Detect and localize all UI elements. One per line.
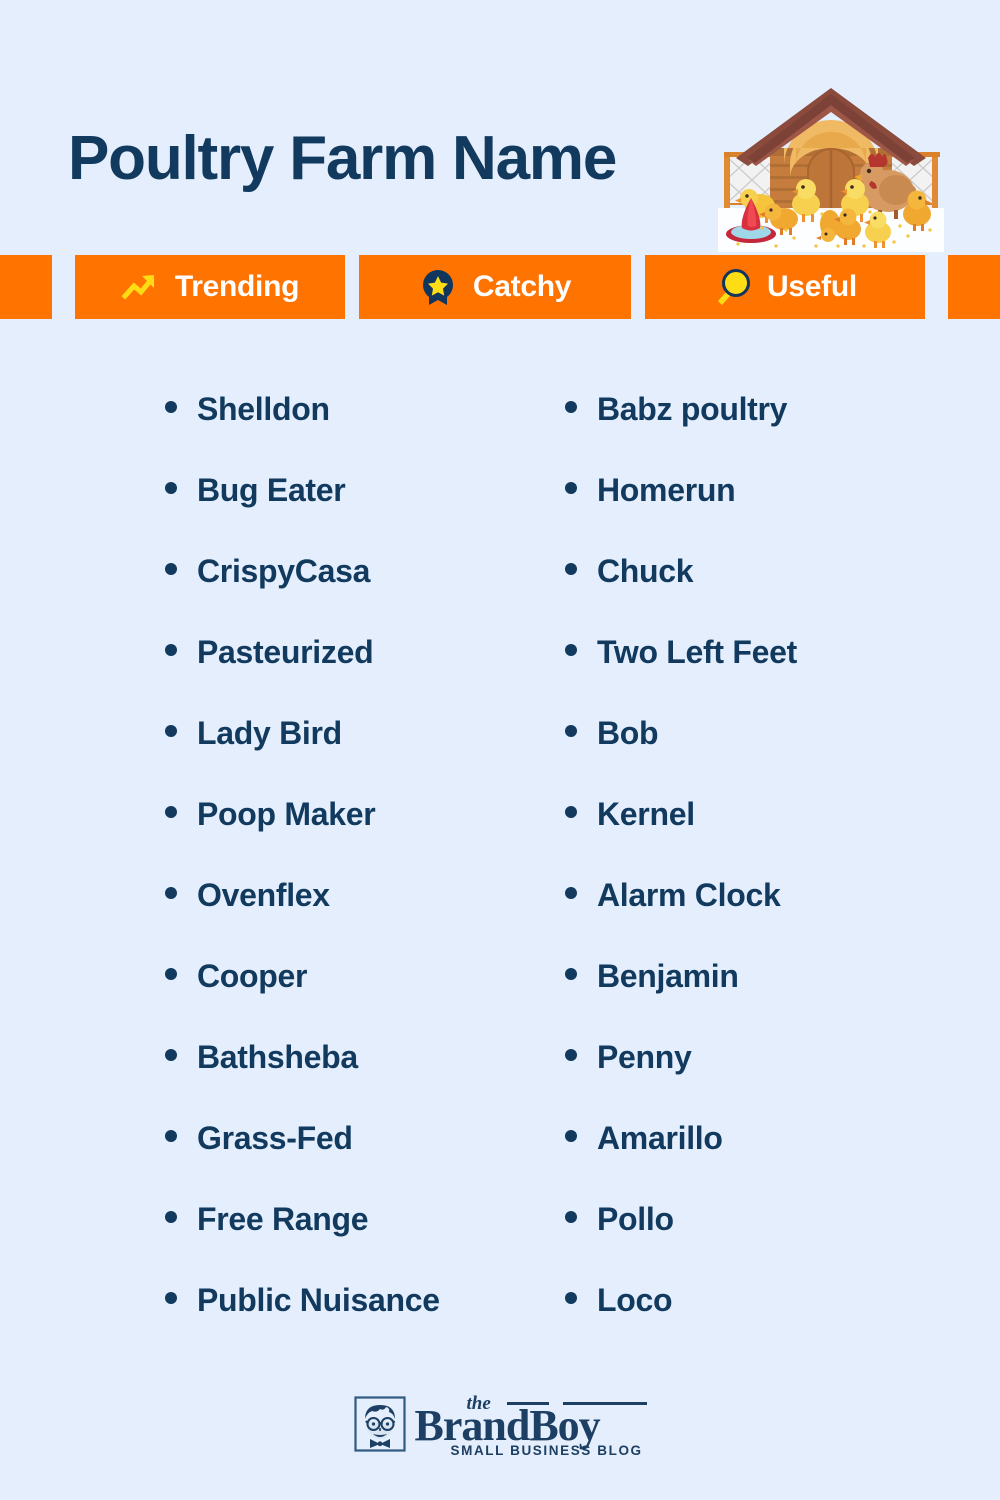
list-item-label: Bathsheba xyxy=(197,1039,358,1075)
list-item[interactable]: Loco xyxy=(565,1284,955,1365)
list-item-label: Benjamin xyxy=(597,958,739,994)
badge-trending-label: Trending xyxy=(174,270,300,303)
list-item-label: Penny xyxy=(597,1039,692,1075)
badge-useful-label: Useful xyxy=(767,270,857,303)
bullet-icon xyxy=(565,806,577,818)
list-item[interactable]: Ovenflex xyxy=(165,879,555,960)
magnifier-icon xyxy=(718,269,751,305)
badge-bar: Trending Catchy Useful xyxy=(0,255,1000,319)
brandboy-logo[interactable]: the BrandBoy SMALL BUSINESS BLOG xyxy=(353,1394,647,1458)
list-item[interactable]: Bathsheba xyxy=(165,1041,555,1122)
list-item-label: Two Left Feet xyxy=(597,634,797,670)
list-item[interactable]: Bug Eater xyxy=(165,474,555,555)
list-item-label: Chuck xyxy=(597,553,694,589)
bar-segment-left xyxy=(0,255,52,319)
name-list-left-column: Shelldon Bug Eater CrispyCasa Pasteurize… xyxy=(165,393,555,1365)
logo-brandboy-text: BrandBoy xyxy=(414,1401,601,1450)
bullet-icon xyxy=(565,968,577,980)
list-item[interactable]: Two Left Feet xyxy=(565,636,955,717)
bullet-icon xyxy=(165,725,177,737)
bullet-icon xyxy=(165,968,177,980)
bullet-icon xyxy=(565,482,577,494)
list-item-label: Babz poultry xyxy=(597,391,788,427)
badge-catchy[interactable]: Catchy xyxy=(359,255,631,319)
list-item-label: Pollo xyxy=(597,1201,674,1237)
list-item-label: Free Range xyxy=(197,1201,369,1237)
list-item-label: Shelldon xyxy=(197,391,330,427)
bullet-icon xyxy=(165,482,177,494)
list-item-label: Bob xyxy=(597,715,659,751)
badge-useful[interactable]: Useful xyxy=(645,255,925,319)
list-item[interactable]: Poop Maker xyxy=(165,798,555,879)
list-item[interactable]: Penny xyxy=(565,1041,955,1122)
page-title: Poultry Farm Name xyxy=(68,124,617,193)
list-item[interactable]: Benjamin xyxy=(565,960,955,1041)
boy-face-icon xyxy=(353,1396,406,1452)
list-item-label: Loco xyxy=(597,1282,673,1318)
bullet-icon xyxy=(565,401,577,413)
bullet-icon xyxy=(565,887,577,899)
header: Poultry Farm Name xyxy=(0,0,1000,255)
list-item-label: Bug Eater xyxy=(197,472,346,508)
bullet-icon xyxy=(165,887,177,899)
list-item[interactable]: Bob xyxy=(565,717,955,798)
list-item-label: Alarm Clock xyxy=(597,877,781,913)
bullet-icon xyxy=(165,1211,177,1223)
list-item-label: Poop Maker xyxy=(197,796,376,832)
badge-trending[interactable]: Trending xyxy=(75,255,345,319)
bullet-icon xyxy=(565,563,577,575)
bullet-icon xyxy=(165,1130,177,1142)
name-lists: Shelldon Bug Eater CrispyCasa Pasteurize… xyxy=(0,393,1000,1383)
bar-segment-right xyxy=(948,255,1000,319)
list-item[interactable]: Lady Bird xyxy=(165,717,555,798)
list-item[interactable]: Free Range xyxy=(165,1203,555,1284)
list-item[interactable]: Homerun xyxy=(565,474,955,555)
list-item-label: Amarillo xyxy=(597,1120,723,1156)
footer: the BrandBoy SMALL BUSINESS BLOG xyxy=(0,1394,1000,1476)
list-item-label: CrispyCasa xyxy=(197,553,371,589)
award-badge-icon xyxy=(422,270,453,305)
bullet-icon xyxy=(165,401,177,413)
list-item[interactable]: Pollo xyxy=(565,1203,955,1284)
list-item[interactable]: Grass-Fed xyxy=(165,1122,555,1203)
list-item-label: Pasteurized xyxy=(197,634,374,670)
trending-up-icon xyxy=(121,275,155,300)
list-item[interactable]: CrispyCasa xyxy=(165,555,555,636)
chicken-coop-illustration xyxy=(718,88,944,252)
name-list-right-column: Babz poultry Homerun Chuck Two Left Feet… xyxy=(565,393,955,1365)
list-item-label: Cooper xyxy=(197,958,308,994)
list-item-label: Grass-Fed xyxy=(197,1120,353,1156)
badge-catchy-label: Catchy xyxy=(472,270,572,303)
logo-tagline-text: SMALL BUSINESS BLOG xyxy=(450,1443,643,1458)
bullet-icon xyxy=(565,1130,577,1142)
bullet-icon xyxy=(165,1292,177,1304)
list-item[interactable]: Alarm Clock xyxy=(565,879,955,960)
bullet-icon xyxy=(565,644,577,656)
bullet-icon xyxy=(565,1292,577,1304)
list-item-label: Lady Bird xyxy=(197,715,342,751)
list-item[interactable]: Shelldon xyxy=(165,393,555,474)
bullet-icon xyxy=(165,644,177,656)
list-item-label: Kernel xyxy=(597,796,695,832)
list-item-label: Ovenflex xyxy=(197,877,330,913)
list-item[interactable]: Pasteurized xyxy=(165,636,555,717)
list-item[interactable]: Kernel xyxy=(565,798,955,879)
bullet-icon xyxy=(165,563,177,575)
list-item[interactable]: Chuck xyxy=(565,555,955,636)
bullet-icon xyxy=(565,1049,577,1061)
list-item[interactable]: Babz poultry xyxy=(565,393,955,474)
list-item[interactable]: Amarillo xyxy=(565,1122,955,1203)
list-item[interactable]: Cooper xyxy=(165,960,555,1041)
bullet-icon xyxy=(165,1049,177,1061)
bullet-icon xyxy=(165,806,177,818)
list-item-label: Homerun xyxy=(597,472,736,508)
list-item[interactable]: Public Nuisance xyxy=(165,1284,555,1365)
bullet-icon xyxy=(565,1211,577,1223)
bullet-icon xyxy=(565,725,577,737)
list-item-label: Public Nuisance xyxy=(197,1282,440,1318)
brandboy-wordmark: the BrandBoy SMALL BUSINESS BLOG xyxy=(414,1394,647,1458)
